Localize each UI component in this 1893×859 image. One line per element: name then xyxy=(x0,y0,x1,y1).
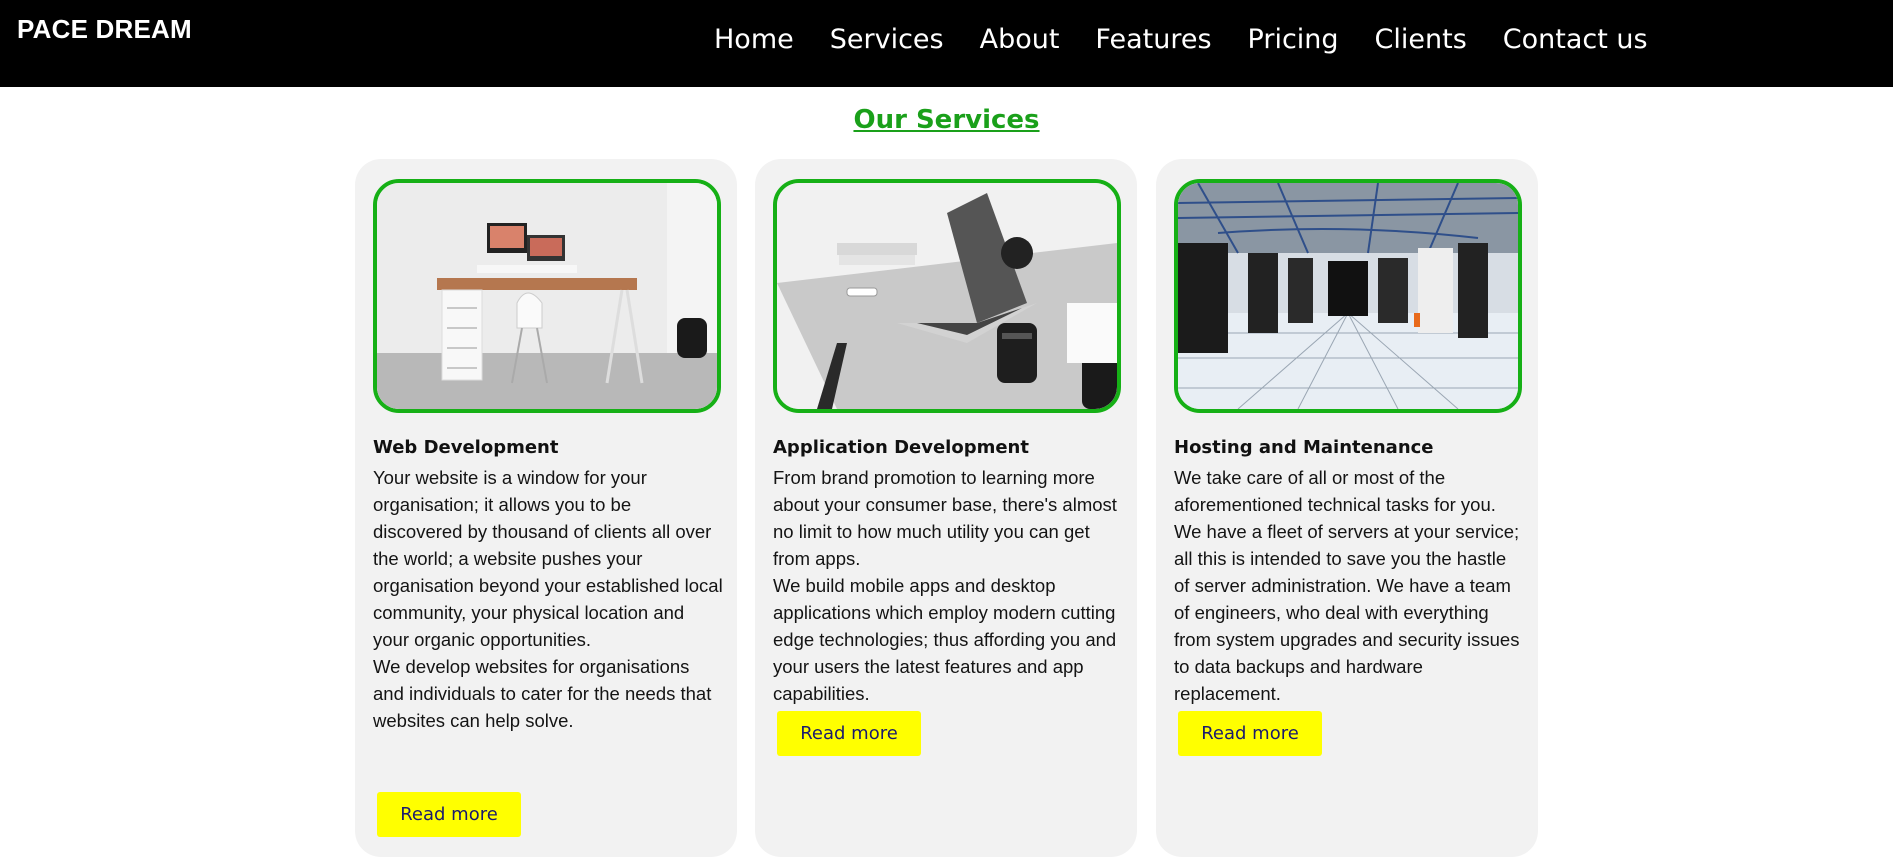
nav-contact-us[interactable]: Contact us xyxy=(1503,24,1648,55)
nav-services[interactable]: Services xyxy=(830,24,944,55)
main-nav: Home Services About Features Pricing Cli… xyxy=(714,24,1684,55)
card-title: Web Development xyxy=(373,437,559,458)
service-card-application-development: Application Development From brand promo… xyxy=(755,159,1137,857)
nav-about[interactable]: About xyxy=(980,24,1060,55)
card-description: We take care of all or most of the afore… xyxy=(1174,464,1526,707)
service-card-hosting-and-maintenance: Hosting and Maintenance We take care of … xyxy=(1156,159,1538,857)
navbar: PACE DREAM Home Services About Features … xyxy=(0,0,1893,87)
card-description: From brand promotion to learning more ab… xyxy=(773,464,1125,707)
card-title: Application Development xyxy=(773,437,1029,458)
read-more-button[interactable]: Read more xyxy=(777,711,921,756)
service-card-web-development: Web Development Your website is a window… xyxy=(355,159,737,857)
card-description: Your website is a window for your organi… xyxy=(373,464,725,734)
card-paragraph: We build mobile apps and desktop applica… xyxy=(773,575,1117,704)
card-paragraph: We take care of all or most of the afore… xyxy=(1174,467,1520,704)
brand-logo[interactable]: PACE DREAM xyxy=(17,14,192,45)
card-title: Hosting and Maintenance xyxy=(1174,437,1434,458)
nav-pricing[interactable]: Pricing xyxy=(1248,24,1339,55)
laptop-on-desk-image xyxy=(773,179,1121,413)
card-paragraph: We develop websites for organisations an… xyxy=(373,656,712,731)
read-more-button[interactable]: Read more xyxy=(1178,711,1322,756)
nav-clients[interactable]: Clients xyxy=(1375,24,1467,55)
card-paragraph: From brand promotion to learning more ab… xyxy=(773,467,1117,569)
read-more-button[interactable]: Read more xyxy=(377,792,521,837)
section-title: Our Services xyxy=(853,105,1040,135)
card-paragraph: Your website is a window for your organi… xyxy=(373,467,723,650)
server-room-image xyxy=(1174,179,1522,413)
nav-features[interactable]: Features xyxy=(1095,24,1211,55)
desk-workspace-image xyxy=(373,179,721,413)
nav-home[interactable]: Home xyxy=(714,24,794,55)
